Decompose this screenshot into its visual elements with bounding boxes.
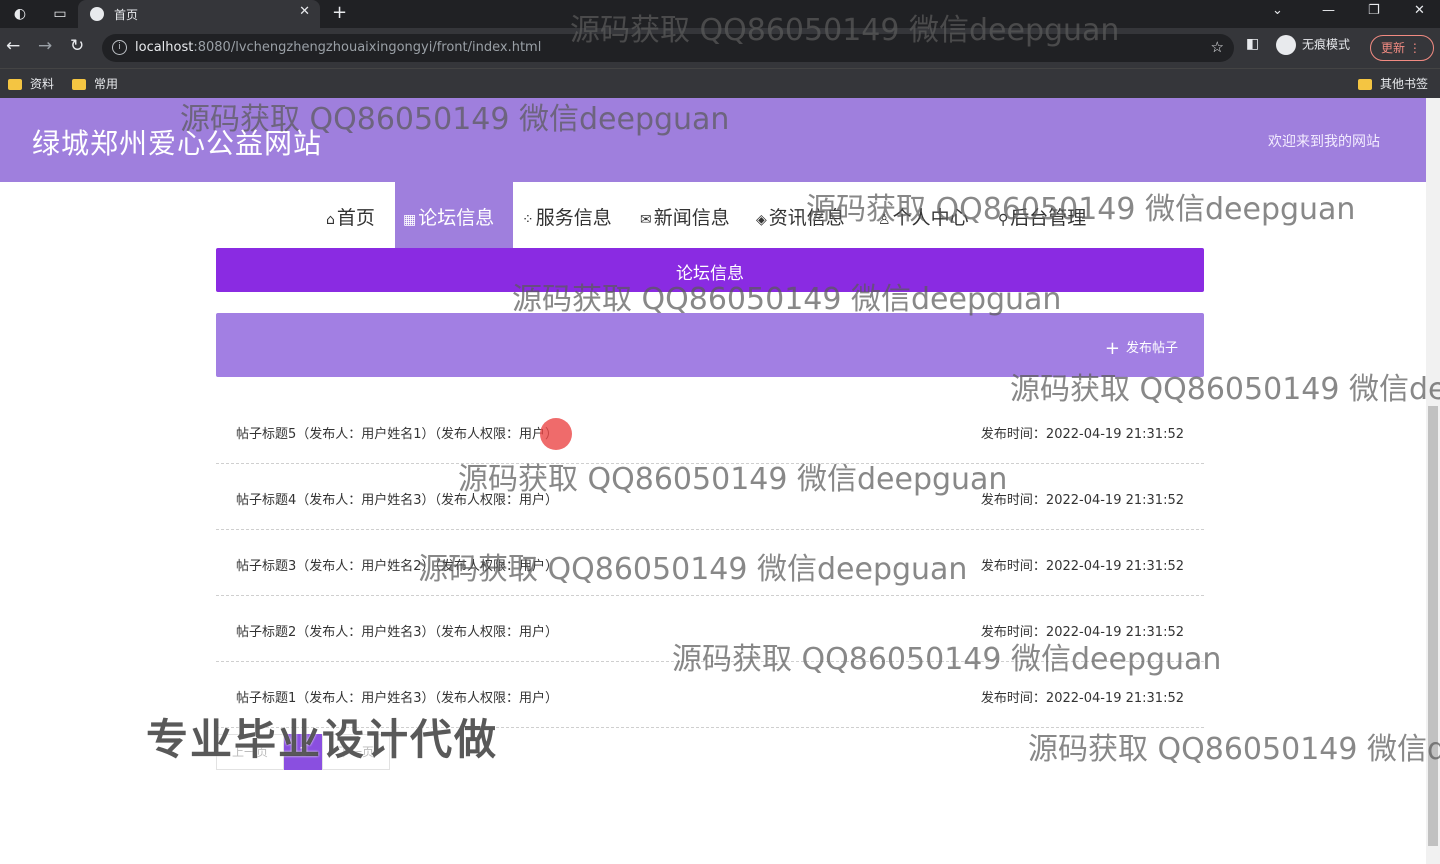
- nav-item-profile[interactable]: ♙ 个人中心: [870, 182, 977, 254]
- bookmark-folder-changyong[interactable]: 常用: [72, 75, 118, 92]
- close-tab-icon[interactable]: ✕: [299, 4, 310, 19]
- site-info-icon[interactable]: i: [112, 40, 127, 55]
- scrollbar-thumb[interactable]: [1428, 406, 1438, 846]
- browser-toolbar: ← → ↻ i localhost:8080/lvchengzhengzhoua…: [0, 28, 1440, 68]
- browser-tabstrip: ◐ ▭ 首页 ✕ + ⌄ — ❐ ✕: [0, 0, 1440, 28]
- post-toolbar: + 发布帖子: [216, 313, 1204, 377]
- nav-item-services[interactable]: ⁘ 服务信息: [514, 182, 620, 254]
- post-title[interactable]: 帖子标题3（发布人：用户姓名2）（发布人权限：用户）: [236, 555, 558, 574]
- publish-post-button[interactable]: + 发布帖子: [1105, 337, 1178, 359]
- layers-icon: ◈: [756, 212, 767, 228]
- home-icon: ⌂: [326, 212, 335, 228]
- profile-icon[interactable]: ◐: [6, 3, 34, 25]
- tab-title: 首页: [114, 8, 139, 22]
- welcome-text: 欢迎来到我的网站: [1268, 134, 1380, 150]
- post-time: 发布时间：2022-04-19 21:31:52: [980, 559, 1184, 574]
- post-title[interactable]: 帖子标题5（发布人：用户姓名1）（发布人权限：用户）: [236, 423, 558, 442]
- nav-item-forum[interactable]: ▦ 论坛信息: [395, 182, 513, 254]
- user-icon: ♙: [878, 212, 891, 228]
- post-time: 发布时间：2022-04-19 21:31:52: [980, 493, 1184, 508]
- link-icon: ⚲: [998, 212, 1009, 228]
- bookmark-star-icon[interactable]: ☆: [1211, 38, 1224, 56]
- folder-icon: [1358, 79, 1372, 90]
- watermark-banner: 专业毕业设计代做: [146, 715, 499, 764]
- site-header: 绿城郑州爱心公益网站 欢迎来到我的网站: [0, 98, 1426, 182]
- nav-item-info[interactable]: ◈ 资讯信息: [748, 182, 853, 254]
- forum-icon: ▦: [403, 212, 417, 228]
- folder-icon: [72, 79, 86, 90]
- post-time: 发布时间：2022-04-19 21:31:52: [980, 625, 1184, 640]
- incognito-icon: [1276, 35, 1296, 55]
- close-window-icon[interactable]: ✕: [1414, 3, 1425, 18]
- restore-icon[interactable]: ❐: [1368, 3, 1380, 18]
- post-title[interactable]: 帖子标题2（发布人：用户姓名3）（发布人权限：用户）: [236, 621, 558, 640]
- globe-icon: [90, 7, 104, 21]
- forward-icon[interactable]: →: [38, 36, 52, 56]
- sidebar-icon[interactable]: ◧: [1246, 36, 1259, 52]
- bookmark-folder-ziliao[interactable]: 资料: [8, 75, 54, 92]
- post-row[interactable]: 帖子标题5（发布人：用户姓名1）（发布人权限：用户） 发布时间：2022-04-…: [216, 398, 1204, 464]
- reload-icon[interactable]: ↻: [70, 36, 84, 56]
- other-bookmarks[interactable]: 其他书签: [1358, 75, 1428, 92]
- new-tab-icon[interactable]: +: [332, 2, 347, 23]
- address-bar[interactable]: i localhost:8080/lvchengzhengzhouaixingo…: [102, 34, 1234, 62]
- incognito-indicator[interactable]: 无痕模式: [1276, 35, 1350, 61]
- watermark-text: 源码获取 QQ86050149 微信deepguan: [1028, 732, 1440, 767]
- post-time: 发布时间：2022-04-19 21:31:52: [980, 691, 1184, 706]
- tab-list-icon[interactable]: ⌄: [1272, 3, 1283, 18]
- section-banner: 论坛信息: [216, 248, 1204, 292]
- update-button[interactable]: 更新 ⋮: [1370, 35, 1434, 61]
- mouse-cursor-highlight: [540, 418, 572, 450]
- nav-item-news[interactable]: ✉ 新闻信息: [632, 182, 738, 254]
- browser-tab[interactable]: 首页 ✕: [78, 0, 320, 28]
- mail-icon: ✉: [640, 212, 652, 228]
- back-icon[interactable]: ←: [6, 36, 20, 56]
- section-title: 论坛信息: [676, 264, 744, 284]
- plus-icon: +: [1104, 338, 1120, 359]
- folder-icon: [8, 79, 22, 90]
- post-title[interactable]: 帖子标题1（发布人：用户姓名3）（发布人权限：用户）: [236, 687, 558, 706]
- post-time: 发布时间：2022-04-19 21:31:52: [980, 427, 1184, 442]
- post-row[interactable]: 帖子标题4（发布人：用户姓名3）（发布人权限：用户） 发布时间：2022-04-…: [216, 464, 1204, 530]
- nav-item-home[interactable]: ⌂ 首页: [318, 182, 383, 254]
- page-scrollbar[interactable]: [1426, 98, 1440, 864]
- nav-item-admin[interactable]: ⚲ 后台管理: [990, 182, 1094, 254]
- minimize-icon[interactable]: —: [1322, 3, 1335, 18]
- post-row[interactable]: 帖子标题2（发布人：用户姓名3）（发布人权限：用户） 发布时间：2022-04-…: [216, 596, 1204, 662]
- site-title: 绿城郑州爱心公益网站: [32, 127, 323, 160]
- tab-search-icon[interactable]: ▭: [46, 3, 74, 25]
- post-title[interactable]: 帖子标题4（发布人：用户姓名3）（发布人权限：用户）: [236, 489, 558, 508]
- post-row[interactable]: 帖子标题3（发布人：用户姓名2）（发布人权限：用户） 发布时间：2022-04-…: [216, 530, 1204, 596]
- grid-icon: ⁘: [522, 212, 534, 228]
- url-text[interactable]: localhost:8080/lvchengzhengzhouaixingong…: [135, 40, 541, 55]
- bookmarks-bar: 资料 常用 其他书签: [0, 68, 1440, 98]
